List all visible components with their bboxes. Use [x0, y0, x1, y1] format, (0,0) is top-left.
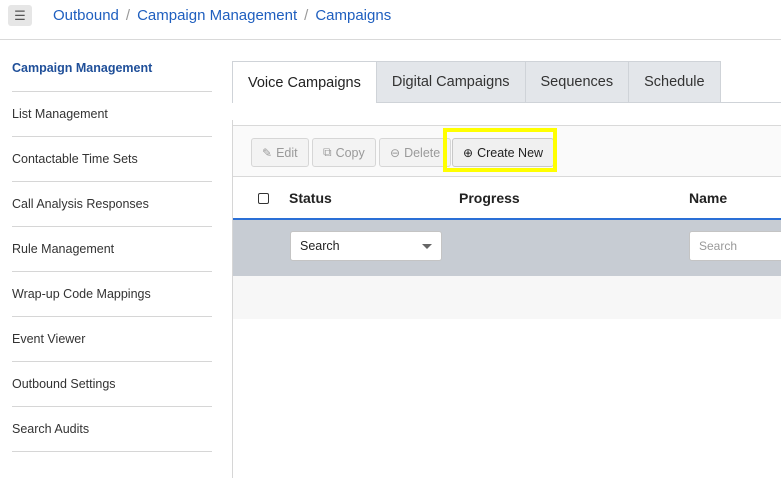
sidebar-item-event-viewer[interactable]: Event Viewer: [12, 317, 212, 362]
tab-voice-campaigns[interactable]: Voice Campaigns: [232, 61, 377, 103]
status-filter-select[interactable]: Search: [290, 231, 442, 261]
sidebar-item-campaign-management[interactable]: Campaign Management: [12, 45, 212, 92]
edit-icon: ✎: [262, 145, 273, 160]
filter-row: Search: [233, 220, 781, 276]
table-header: Status Progress Name: [233, 177, 781, 220]
create-new-button-label: Create New: [477, 145, 544, 160]
tab-schedule[interactable]: Schedule: [629, 61, 721, 103]
sidebar-item-search-audits[interactable]: Search Audits: [12, 407, 212, 452]
breadcrumb-outbound[interactable]: Outbound: [53, 7, 119, 24]
delete-button-label: Delete: [404, 145, 441, 160]
edit-button[interactable]: ✎ Edit: [251, 138, 309, 167]
sidebar-item-wrap-up-code-mappings[interactable]: Wrap-up Code Mappings: [12, 272, 212, 317]
copy-icon: ⧉: [323, 145, 332, 159]
create-new-button[interactable]: ⊕ Create New: [452, 138, 555, 167]
chevron-down-icon: [422, 244, 432, 249]
column-header-status[interactable]: Status: [289, 190, 332, 206]
column-header-name[interactable]: Name: [689, 190, 727, 206]
breadcrumb-separator: /: [304, 7, 309, 24]
tab-digital-campaigns[interactable]: Digital Campaigns: [376, 61, 526, 103]
table-empty-row: [233, 276, 781, 319]
tab-bar-rule: [705, 102, 781, 103]
campaign-panel: ✎ Edit ⧉ Copy ⊖ Delete ⊕ Create New Stat…: [233, 125, 781, 319]
name-search-input[interactable]: [689, 231, 781, 261]
breadcrumb-separator: /: [125, 7, 131, 24]
hamburger-icon[interactable]: ☰: [8, 5, 32, 26]
breadcrumb-campaign-management[interactable]: Campaign Management: [137, 7, 297, 24]
sidebar-item-list-management[interactable]: List Management: [12, 92, 212, 137]
status-filter-value: Search: [300, 239, 340, 253]
sidebar-item-rule-management[interactable]: Rule Management: [12, 227, 212, 272]
tab-bar: Voice Campaigns Digital Campaigns Sequen…: [232, 61, 721, 103]
sidebar-item-outbound-settings[interactable]: Outbound Settings: [12, 362, 212, 407]
tab-sequences[interactable]: Sequences: [525, 61, 630, 103]
breadcrumb-campaigns[interactable]: Campaigns: [315, 7, 391, 24]
select-all-checkbox[interactable]: [258, 193, 269, 204]
sidebar: Campaign Management List Management Cont…: [12, 45, 212, 452]
breadcrumb: Outbound / Campaign Management / Campaig…: [53, 7, 391, 24]
copy-button[interactable]: ⧉ Copy: [312, 138, 376, 167]
edit-button-label: Edit: [276, 145, 298, 160]
delete-button[interactable]: ⊖ Delete: [379, 138, 452, 167]
toolbar: ✎ Edit ⧉ Copy ⊖ Delete ⊕ Create New: [233, 126, 781, 177]
sidebar-item-call-analysis-responses[interactable]: Call Analysis Responses: [12, 182, 212, 227]
top-bar: ☰ Outbound / Campaign Management / Campa…: [0, 0, 781, 40]
column-header-progress[interactable]: Progress: [459, 190, 520, 206]
copy-button-label: Copy: [335, 145, 365, 160]
minus-circle-icon: ⊖: [390, 145, 401, 160]
sidebar-item-contactable-time-sets[interactable]: Contactable Time Sets: [12, 137, 212, 182]
page: ☰ Outbound / Campaign Management / Campa…: [0, 0, 781, 478]
plus-circle-icon: ⊕: [463, 145, 474, 160]
